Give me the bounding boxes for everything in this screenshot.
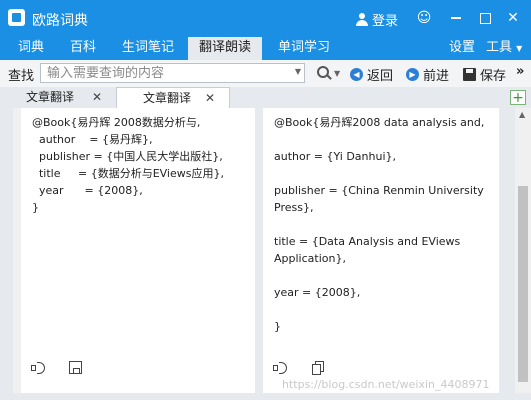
tab-label: 文章翻译 — [26, 90, 75, 104]
speaker-icon[interactable] — [273, 361, 289, 375]
tab-article-translate-2[interactable]: 文章翻译 ✕ — [116, 87, 230, 108]
chevron-down-icon: ▼ — [516, 44, 523, 53]
scrollbar-thumb[interactable] — [518, 186, 528, 382]
translation-pane[interactable]: @Book{易丹辉2008 data analysis and, author … — [263, 108, 499, 393]
translation-text[interactable]: @Book{易丹辉2008 data analysis and, author … — [274, 114, 489, 352]
forward-label: 前进 — [423, 69, 450, 84]
forward-icon: ▶ — [406, 68, 419, 81]
maximize-icon[interactable] — [475, 8, 495, 28]
back-icon: ◀ — [350, 68, 363, 81]
toolbar: 查找 ▼ ▼ ◀ 返回 ▶ 前进 保存 » — [0, 60, 531, 88]
tab-bar: 文章翻译 ✕ 文章翻译 ✕ + — [0, 87, 531, 108]
smile-icon[interactable]: ☺ — [414, 8, 434, 28]
app-title: 欧路词典 — [32, 13, 88, 29]
save-label: 保存 — [480, 69, 507, 84]
menu-encyclopedia[interactable]: 百科 — [64, 37, 102, 60]
translation-line: year = {2008}, — [274, 286, 361, 299]
close-tab-icon[interactable]: ✕ — [205, 88, 215, 108]
menu-settings[interactable]: 设置 — [443, 37, 481, 60]
scroll-up-icon[interactable]: ▲ — [519, 110, 525, 119]
translation-line: } — [274, 320, 281, 333]
speaker-icon[interactable] — [31, 361, 47, 375]
translation-line: publisher = {China Renmin University Pre… — [274, 184, 484, 214]
back-button[interactable]: ◀ 返回 — [350, 65, 393, 84]
app-logo-icon — [8, 9, 25, 26]
tab-article-translate-1[interactable]: 文章翻译 ✕ — [0, 87, 116, 108]
more-button[interactable]: » — [516, 64, 524, 79]
tab-label: 文章翻译 — [143, 91, 192, 105]
watermark: https://blog.csdn.net/weixin_4408971 — [282, 378, 490, 391]
search-box[interactable]: ▼ — [40, 63, 305, 83]
menu-dictionary[interactable]: 词典 — [12, 37, 50, 60]
search-dropdown-icon[interactable]: ▼ — [295, 67, 301, 76]
right-scrollbar[interactable]: ▲ — [515, 108, 531, 393]
login-label: 登录 — [372, 14, 399, 29]
close-icon[interactable]: ✕ — [503, 8, 523, 28]
source-pane[interactable]: @Book{易丹辉 2008数据分析与, author = {易丹辉}, pub… — [21, 108, 255, 393]
menu-word-study[interactable]: 单词学习 — [272, 37, 336, 60]
translation-line: @Book{易丹辉2008 data analysis and, — [274, 116, 485, 129]
minimize-icon[interactable] — [446, 8, 466, 28]
left-scrollbar[interactable] — [13, 108, 21, 393]
forward-button[interactable]: ▶ 前进 — [406, 65, 449, 84]
save-button[interactable]: 保存 — [463, 65, 506, 84]
copy-icon[interactable] — [312, 361, 328, 375]
menu-tools-label: 工具 — [486, 40, 513, 55]
search-icon[interactable] — [317, 66, 331, 80]
login-button[interactable]: 登录 — [356, 10, 398, 29]
user-icon — [356, 12, 368, 27]
menu-bar: 词典 百科 生词笔记 翻译朗读 单词学习 设置 工具 ▼ — [0, 37, 531, 60]
title-bar: 欧路词典 登录 ☺ ✕ — [0, 0, 531, 37]
add-tab-icon[interactable]: + — [510, 90, 526, 105]
source-text[interactable]: @Book{易丹辉 2008数据分析与, author = {易丹辉}, pub… — [32, 114, 224, 216]
close-tab-icon[interactable]: ✕ — [92, 87, 102, 107]
search-input[interactable] — [41, 64, 298, 82]
save-file-icon[interactable] — [69, 361, 82, 374]
search-label: 查找 — [8, 69, 35, 84]
menu-tools[interactable]: 工具 ▼ — [480, 37, 528, 60]
translation-line: author = {Yi Danhui}, — [274, 150, 397, 163]
translate-content: @Book{易丹辉 2008数据分析与, author = {易丹辉}, pub… — [0, 108, 531, 400]
save-icon — [463, 68, 476, 81]
menu-translate-read[interactable]: 翻译朗读 — [188, 37, 263, 60]
menu-vocab-notes[interactable]: 生词笔记 — [116, 37, 180, 60]
translation-line: title = {Data Analysis and EViews Applic… — [274, 235, 461, 265]
search-options-chevron-icon[interactable]: ▼ — [334, 69, 340, 78]
back-label: 返回 — [367, 69, 394, 84]
